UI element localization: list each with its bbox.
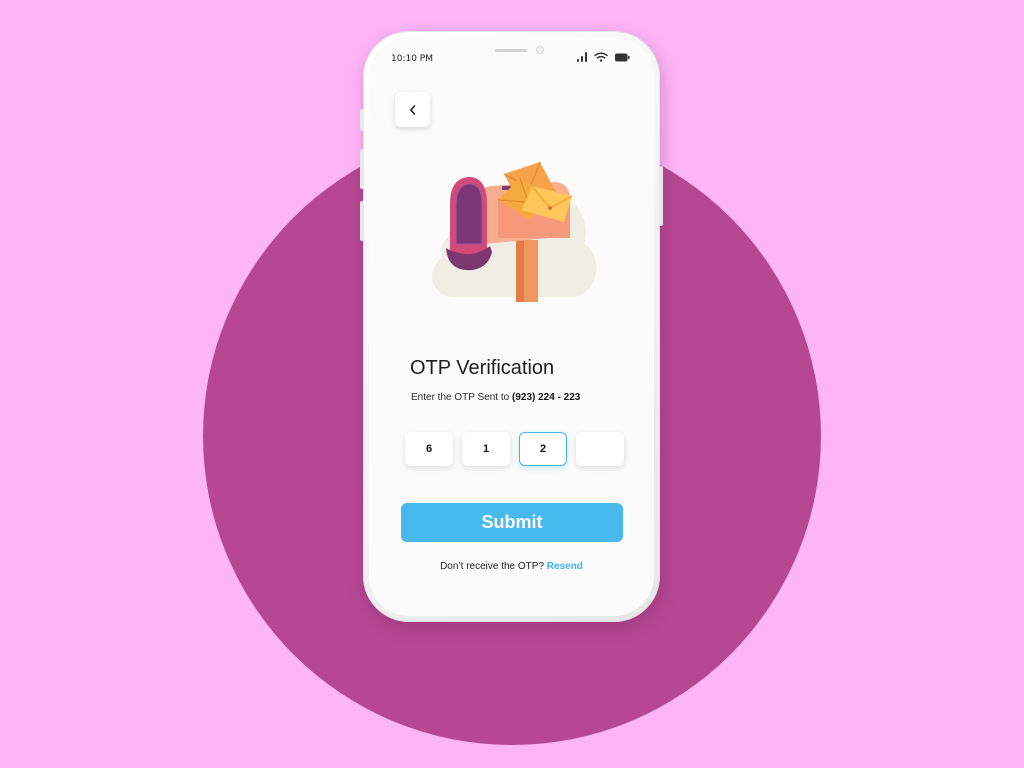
phone-volume-down-button bbox=[360, 201, 364, 241]
otp-instructions-text: Enter the OTP Sent to bbox=[411, 392, 512, 403]
phone-mockup: 10:10 PM OTP Verification Enter the OTP … bbox=[360, 31, 663, 622]
otp-digit-1[interactable]: 6 bbox=[405, 432, 453, 466]
resend-prompt: Don’t receive the OTP? bbox=[440, 561, 547, 572]
wifi-icon bbox=[594, 52, 608, 62]
mailbox-illustration bbox=[432, 161, 597, 302]
phone-camera bbox=[536, 46, 544, 54]
back-button[interactable] bbox=[395, 92, 430, 127]
phone-side-button bbox=[360, 109, 364, 131]
otp-digit-3[interactable]: 2 bbox=[519, 432, 567, 466]
chevron-left-icon bbox=[409, 104, 415, 115]
battery-icon bbox=[615, 53, 630, 62]
status-icons bbox=[577, 52, 630, 62]
phone-power-button bbox=[659, 166, 663, 226]
resend-link[interactable]: Resend bbox=[547, 561, 583, 572]
page-title: OTP Verification bbox=[410, 357, 555, 379]
resend-row: Don’t receive the OTP? Resend bbox=[369, 561, 654, 572]
otp-digit-4[interactable] bbox=[576, 432, 624, 466]
otp-instructions: Enter the OTP Sent to (923) 224 - 223 bbox=[411, 392, 580, 403]
phone-speaker bbox=[495, 49, 527, 52]
otp-input-group: 6 1 2 bbox=[405, 432, 624, 466]
signal-icon bbox=[577, 52, 587, 62]
phone-volume-up-button bbox=[360, 149, 364, 189]
phone-screen: 10:10 PM OTP Verification Enter the OTP … bbox=[369, 37, 654, 616]
status-time: 10:10 PM bbox=[391, 54, 433, 64]
otp-digit-2[interactable]: 1 bbox=[462, 432, 510, 466]
submit-button[interactable]: Submit bbox=[401, 503, 623, 542]
phone-number: (923) 224 - 223 bbox=[511, 392, 581, 403]
